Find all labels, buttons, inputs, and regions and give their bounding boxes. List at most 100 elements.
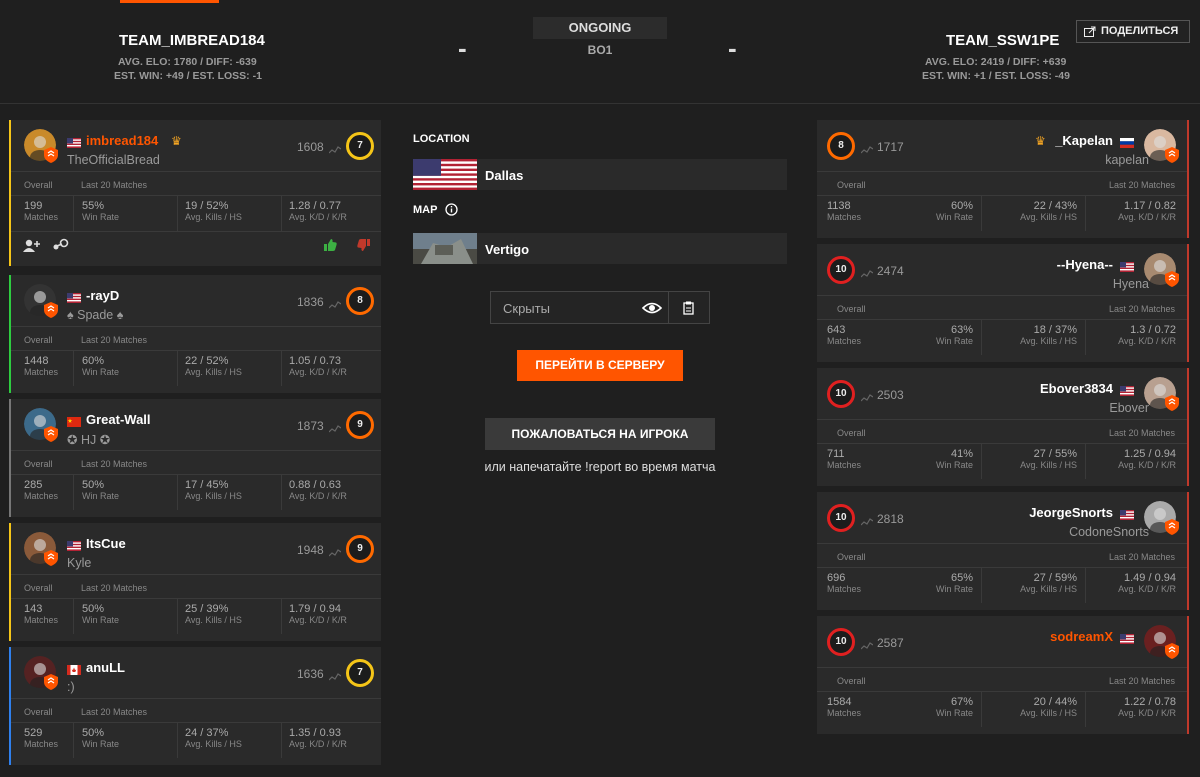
thumbs-up-icon[interactable] xyxy=(324,239,337,251)
team2-name[interactable]: TEAM_SSW1PE xyxy=(946,32,1059,49)
player-nick: kapelan xyxy=(1105,153,1149,167)
share-button[interactable]: ПОДЕЛИТЬСЯ xyxy=(1076,20,1190,43)
player-name[interactable]: ItsCue xyxy=(86,536,126,551)
player-name[interactable]: -rayD xyxy=(86,288,119,303)
level-badge: 10 xyxy=(827,504,855,532)
player-name[interactable]: --Hyena-- xyxy=(1057,257,1113,272)
level-badge: 9 xyxy=(346,535,374,563)
team1-name[interactable]: TEAM_IMBREAD184 xyxy=(119,32,265,49)
overall-label: Overall xyxy=(24,459,53,469)
kd-label: Avg. K/D / K/R xyxy=(289,212,347,222)
eye-icon[interactable] xyxy=(642,301,662,315)
player-card[interactable]: -rayD ♠ Spade ♠ 1836 8 Overall Last 20 Matche… xyxy=(9,275,381,393)
winrate-label: Win Rate xyxy=(82,367,120,377)
stat-kd: 1.3 / 0.72 xyxy=(1130,324,1176,336)
team1-score: - xyxy=(458,33,467,63)
player-card[interactable]: 10 2503 Ebover3834 Ebover Overall Last 20 Mat… xyxy=(817,368,1189,486)
player-name[interactable]: _Kapelan xyxy=(1055,133,1113,148)
crown-icon: ♛ xyxy=(1035,134,1046,148)
map-label: MAP xyxy=(413,203,458,216)
level-badge: 10 xyxy=(827,380,855,408)
overall-label: Overall xyxy=(837,304,866,314)
shield-icon xyxy=(44,674,58,690)
player-elo: 2818 xyxy=(877,512,904,526)
player-name[interactable]: Ebover3834 xyxy=(1040,381,1113,396)
player-elo: 1873 xyxy=(297,419,324,433)
stat-matches: 1584 xyxy=(827,696,852,708)
player-name[interactable]: anuLL xyxy=(86,660,125,675)
player-nick: TheOfficialBread xyxy=(67,153,160,167)
us-flag-icon xyxy=(413,159,477,190)
stat-matches: 1138 xyxy=(827,200,851,212)
player-name[interactable]: imbread184 xyxy=(86,133,158,148)
password-field[interactable]: Скрыты xyxy=(490,291,710,324)
last20-label: Last 20 Matches xyxy=(81,707,148,717)
map-value: Vertigo xyxy=(485,242,530,257)
stat-winrate: 50% xyxy=(82,479,105,491)
overall-label: Overall xyxy=(837,552,866,562)
overall-label: Overall xyxy=(24,583,53,593)
team2-score: - xyxy=(728,33,737,63)
stat-kills: 20 / 44% xyxy=(1033,696,1077,708)
thumbs-down-icon[interactable] xyxy=(357,239,370,251)
winrate-label: Win Rate xyxy=(935,708,973,718)
kd-label: Avg. K/D / K/R xyxy=(1118,336,1176,346)
player-name[interactable]: Great-Wall xyxy=(86,412,151,427)
connect-server-button[interactable]: ПЕРЕЙТИ В СЕРВЕРУ xyxy=(517,350,683,381)
shield-icon xyxy=(44,302,58,318)
us-flag-icon xyxy=(67,538,81,551)
us-flag-icon xyxy=(1120,383,1134,396)
player-elo: 1717 xyxy=(877,140,904,154)
player-name[interactable]: JeorgeSnorts xyxy=(1029,505,1113,520)
us-flag-icon xyxy=(67,290,81,303)
match-header: TEAM_IMBREAD184 AVG. ELO: 1780 / DIFF: -… xyxy=(0,0,1200,104)
kills-label: Avg. Kills / HS xyxy=(185,491,242,501)
location-box: Dallas xyxy=(413,159,787,190)
winrate-label: Win Rate xyxy=(935,336,973,346)
winrate-label: Win Rate xyxy=(935,460,973,470)
shield-icon xyxy=(1165,643,1179,659)
player-card[interactable]: anuLL:) 1636 7 Overall Last 20 Matches 529 Mat… xyxy=(9,647,381,765)
stat-matches: 1448 xyxy=(24,355,49,367)
info-icon[interactable] xyxy=(445,203,458,216)
overall-label: Overall xyxy=(837,180,866,190)
player-card[interactable]: ItsCue Kyle 1948 9 Overall Last 20 Matches 143… xyxy=(9,523,381,641)
player-nick: Hyena xyxy=(1112,277,1149,291)
level-badge: 8 xyxy=(346,287,374,315)
player-card[interactable]: 8 1717 _Kapelan ♛ kapelan Overall Last 20 Matc… xyxy=(817,120,1189,238)
add-friend-icon[interactable] xyxy=(23,239,40,252)
stat-winrate: 41% xyxy=(950,448,973,460)
last20-label: Last 20 Matches xyxy=(1108,552,1175,562)
stat-kills: 22 / 52% xyxy=(185,355,229,367)
player-card[interactable]: imbread184 ♛ TheOfficialBread 1608 7 Overall L… xyxy=(9,120,381,266)
player-card[interactable]: 10 2474 --Hyena-- Hyena Overall Last 20 Match… xyxy=(817,244,1189,362)
kd-label: Avg. K/D / K/R xyxy=(1118,584,1176,594)
stat-matches: 285 xyxy=(24,479,43,491)
player-name[interactable]: sodreamX xyxy=(1050,629,1113,644)
team2-elo: AVG. ELO: 2419 / DIFF: +639 xyxy=(925,56,1067,68)
stat-winrate: 67% xyxy=(950,696,973,708)
share-icon xyxy=(1084,26,1096,37)
player-card[interactable]: 10 2818 JeorgeSnorts CodoneSnorts Overall Las… xyxy=(817,492,1189,610)
last20-label: Last 20 Matches xyxy=(1108,180,1175,190)
winrate-label: Win Rate xyxy=(82,491,120,501)
kd-label: Avg. K/D / K/R xyxy=(289,491,347,501)
us-flag-icon xyxy=(1120,631,1134,644)
steam-icon[interactable] xyxy=(51,238,69,251)
kills-label: Avg. Kills / HS xyxy=(185,739,242,749)
matches-label: Matches xyxy=(24,615,59,625)
kd-label: Avg. K/D / K/R xyxy=(1118,708,1176,718)
stat-kd: 0.88 / 0.63 xyxy=(289,479,341,491)
kills-label: Avg. Kills / HS xyxy=(1020,336,1077,346)
kd-label: Avg. K/D / K/R xyxy=(289,367,347,377)
last20-label: Last 20 Matches xyxy=(81,335,148,345)
player-card[interactable]: 10 2587 sodreamX Overall Last 20 Matches 1584… xyxy=(817,616,1189,734)
last20-label: Last 20 Matches xyxy=(1108,676,1175,686)
report-player-button[interactable]: ПОЖАЛОВАТЬСЯ НА ИГРОКА xyxy=(485,418,715,450)
shield-icon xyxy=(1165,271,1179,287)
player-elo: 2587 xyxy=(877,636,904,650)
player-nick: Ebover xyxy=(1109,401,1149,415)
kd-label: Avg. K/D / K/R xyxy=(289,739,347,749)
copy-icon[interactable] xyxy=(683,301,694,315)
player-card[interactable]: Great-Wall ✪ HJ ✪ 1873 9 Overall Last 20 Matc… xyxy=(9,399,381,517)
